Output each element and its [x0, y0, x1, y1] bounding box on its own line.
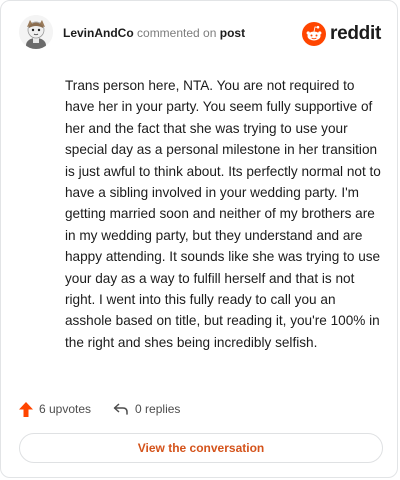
avatar[interactable] — [19, 15, 53, 49]
comment-meta: LevinAndCo commented on post — [63, 26, 245, 40]
comment-body: Trans person here, NTA. You are not requ… — [65, 78, 381, 350]
upvote-button[interactable]: 6 upvotes — [19, 401, 92, 417]
action-text: commented on — [137, 26, 217, 40]
post-link[interactable]: post — [220, 26, 245, 40]
reply-count: 0 replies — [135, 402, 181, 416]
comment-header: LevinAndCo commented on post reddit — [19, 15, 383, 55]
embed-card: LevinAndCo commented on post reddit Tran… — [0, 0, 398, 478]
upvote-arrow-icon — [19, 401, 33, 417]
username-link[interactable]: LevinAndCo — [63, 26, 134, 40]
reply-button[interactable]: 0 replies — [113, 402, 180, 416]
comment-actions: 6 upvotes 0 replies — [19, 399, 202, 419]
user-avatar-icon — [19, 15, 53, 49]
reddit-brand[interactable]: reddit — [302, 21, 381, 47]
upvote-count: 6 upvotes — [39, 402, 92, 416]
reply-icon — [113, 403, 128, 415]
reddit-logo-icon — [302, 22, 327, 46]
reddit-wordmark: reddit — [330, 23, 381, 44]
view-conversation-button[interactable]: View the conversation — [19, 433, 383, 463]
